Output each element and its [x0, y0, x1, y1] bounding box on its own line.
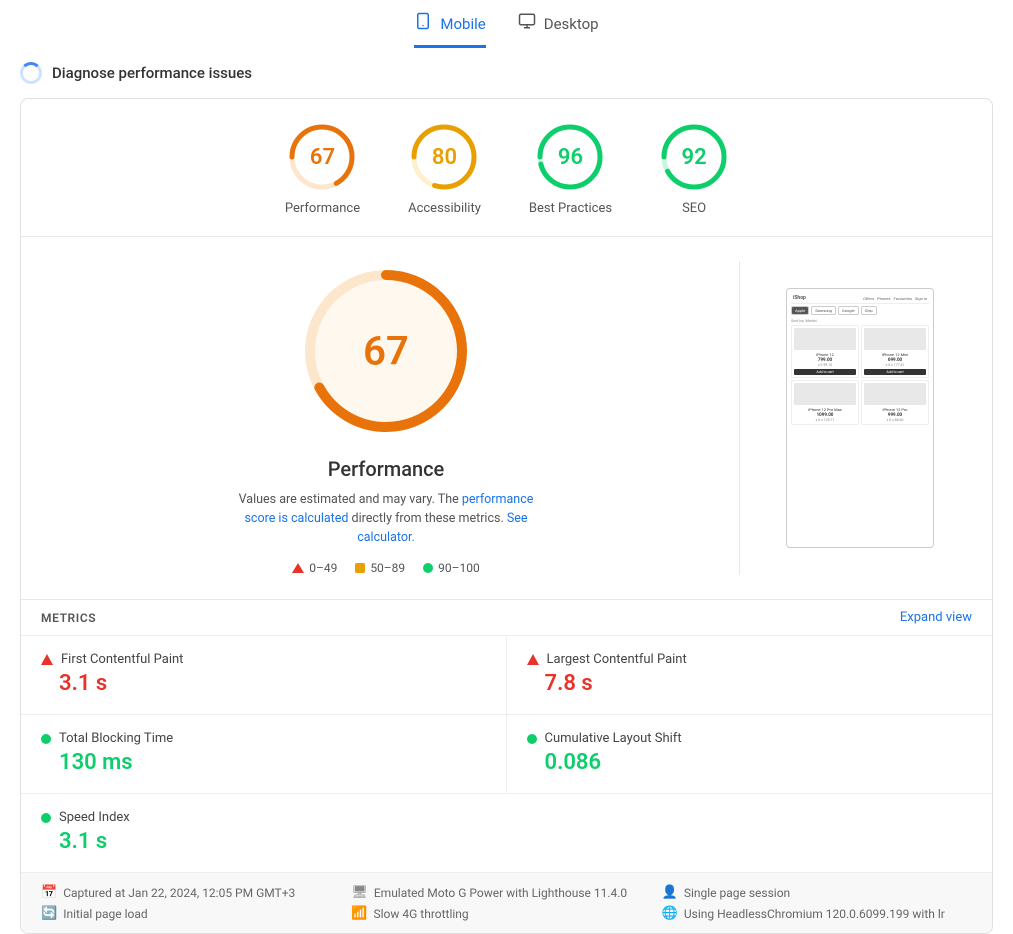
device-icon: 🖥	[351, 885, 368, 900]
metrics-grid: First Contentful Paint 3.1 s Largest Con…	[21, 636, 992, 872]
metric-red-indicator	[41, 654, 53, 665]
score-label-performance: Performance	[285, 201, 360, 216]
footer-captured-text: Captured at Jan 22, 2024, 12:05 PM GMT+3	[63, 886, 295, 900]
metric-value: 7.8 s	[527, 671, 973, 696]
big-score-value: 67	[363, 328, 409, 375]
legend-green-icon	[423, 563, 433, 573]
main-card: 67 Performance 80 Accessibility 96 Best …	[20, 98, 993, 934]
metric-cell-2: Total Blocking Time 130 ms	[21, 715, 507, 794]
phone-screenshot: iShop OffersPhonesFavouritesSign in Appl…	[786, 288, 934, 548]
legend-item-orange: 50–89	[355, 561, 405, 575]
expand-view-button[interactable]: Expand view	[900, 610, 972, 625]
tab-mobile-label: Mobile	[440, 15, 485, 33]
footer-initial-text: Initial page load	[63, 907, 147, 921]
diagnose-label: Diagnose performance issues	[52, 64, 252, 82]
performance-section: 67 Performance Values are estimated and …	[21, 237, 992, 600]
footer-initial: 🔄 Initial page load	[41, 906, 351, 921]
footer-throttling-text: Slow 4G throttling	[374, 907, 469, 921]
diagnose-bar: Diagnose performance issues	[0, 48, 1013, 98]
score-circle-accessibility[interactable]: 80	[410, 123, 478, 191]
metrics-header: METRICS Expand view	[21, 600, 992, 636]
legend-item-green: 90–100	[423, 561, 480, 575]
score-circle-best-practices[interactable]: 96	[536, 123, 604, 191]
score-circle-performance[interactable]: 67	[288, 123, 356, 191]
legend-red-range: 0–49	[309, 561, 337, 575]
metric-green-indicator	[527, 734, 537, 744]
perf-desc-mid: directly from these metrics.	[348, 511, 506, 526]
metric-name: Speed Index	[59, 810, 130, 825]
user-icon: 👤	[662, 885, 678, 900]
score-item-accessibility: 80 Accessibility	[408, 123, 481, 216]
performance-left: 67 Performance Values are estimated and …	[53, 261, 740, 575]
legend-orange-range: 50–89	[370, 561, 405, 575]
tabs-bar: Mobile Desktop	[0, 0, 1013, 48]
calendar-icon: 📅	[41, 885, 57, 900]
metric-value: 3.1 s	[41, 671, 486, 696]
footer-throttling: 📶 Slow 4G throttling	[351, 906, 661, 921]
perf-desc: Values are estimated and may vary. The p…	[226, 491, 546, 547]
diagnose-spinner-icon	[20, 62, 42, 84]
score-item-best-practices: 96 Best Practices	[529, 123, 612, 216]
footer-browser: 🌐 Using HeadlessChromium 120.0.6099.199 …	[662, 906, 972, 921]
metric-name: First Contentful Paint	[61, 652, 183, 667]
metric-green-indicator	[41, 734, 51, 744]
score-value-accessibility: 80	[432, 145, 457, 170]
metric-name-row: First Contentful Paint	[41, 652, 486, 667]
metric-name-row: Total Blocking Time	[41, 731, 486, 746]
legend-orange-icon	[355, 563, 365, 573]
footer-session-text: Single page session	[684, 886, 790, 900]
mobile-icon	[414, 12, 432, 35]
metric-name: Largest Contentful Paint	[547, 652, 687, 667]
metric-red-indicator	[527, 654, 539, 665]
score-label-best-practices: Best Practices	[529, 201, 612, 216]
footer-bar: 📅 Captured at Jan 22, 2024, 12:05 PM GMT…	[21, 872, 992, 933]
metrics-label: METRICS	[41, 611, 96, 625]
footer-emulated: 🖥 Emulated Moto G Power with Lighthouse …	[351, 885, 661, 900]
legend-item-red: 0–49	[292, 561, 337, 575]
score-value-performance: 67	[310, 145, 335, 170]
metric-name: Total Blocking Time	[59, 731, 173, 746]
footer-captured: 📅 Captured at Jan 22, 2024, 12:05 PM GMT…	[41, 885, 351, 900]
reload-icon: 🔄	[41, 906, 57, 921]
footer-emulated-text: Emulated Moto G Power with Lighthouse 11…	[374, 886, 627, 900]
metric-green-indicator	[41, 813, 51, 823]
footer-session: 👤 Single page session	[662, 885, 972, 900]
legend: 0–49 50–89 90–100	[292, 561, 480, 575]
metric-value: 0.086	[527, 750, 973, 775]
legend-triangle-icon	[292, 563, 304, 573]
score-value-seo: 92	[682, 145, 707, 170]
score-item-performance: 67 Performance	[285, 123, 360, 216]
metric-name-row: Largest Contentful Paint	[527, 652, 973, 667]
performance-right: iShop OffersPhonesFavouritesSign in Appl…	[760, 261, 960, 575]
wifi-icon: 📶	[351, 906, 367, 921]
metric-name: Cumulative Layout Shift	[545, 731, 682, 746]
phone-inner: iShop OffersPhonesFavouritesSign in Appl…	[787, 289, 933, 547]
score-label-accessibility: Accessibility	[408, 201, 481, 216]
tab-mobile[interactable]: Mobile	[414, 12, 485, 48]
metric-value: 3.1 s	[41, 829, 972, 854]
score-circle-seo[interactable]: 92	[660, 123, 728, 191]
metric-cell-0: First Contentful Paint 3.1 s	[21, 636, 507, 715]
metric-cell-3: Cumulative Layout Shift 0.086	[507, 715, 993, 794]
metric-value: 130 ms	[41, 750, 486, 775]
metric-name-row: Speed Index	[41, 810, 972, 825]
footer-browser-text: Using HeadlessChromium 120.0.6099.199 wi…	[684, 907, 945, 921]
browser-icon: 🌐	[662, 906, 678, 921]
metric-name-row: Cumulative Layout Shift	[527, 731, 973, 746]
legend-green-range: 90–100	[438, 561, 480, 575]
desktop-icon	[518, 12, 536, 35]
tab-desktop[interactable]: Desktop	[518, 12, 599, 48]
scores-section: 67 Performance 80 Accessibility 96 Best …	[21, 99, 992, 237]
big-score-circle: 67	[296, 261, 476, 441]
score-value-best-practices: 96	[558, 145, 583, 170]
metric-cell-4: Speed Index 3.1 s	[21, 794, 992, 872]
score-item-seo: 92 SEO	[660, 123, 728, 216]
score-label-seo: SEO	[682, 201, 706, 216]
perf-title: Performance	[328, 457, 445, 481]
tab-desktop-label: Desktop	[544, 15, 599, 33]
metric-cell-1: Largest Contentful Paint 7.8 s	[507, 636, 993, 715]
perf-desc-text: Values are estimated and may vary. The	[239, 492, 462, 507]
